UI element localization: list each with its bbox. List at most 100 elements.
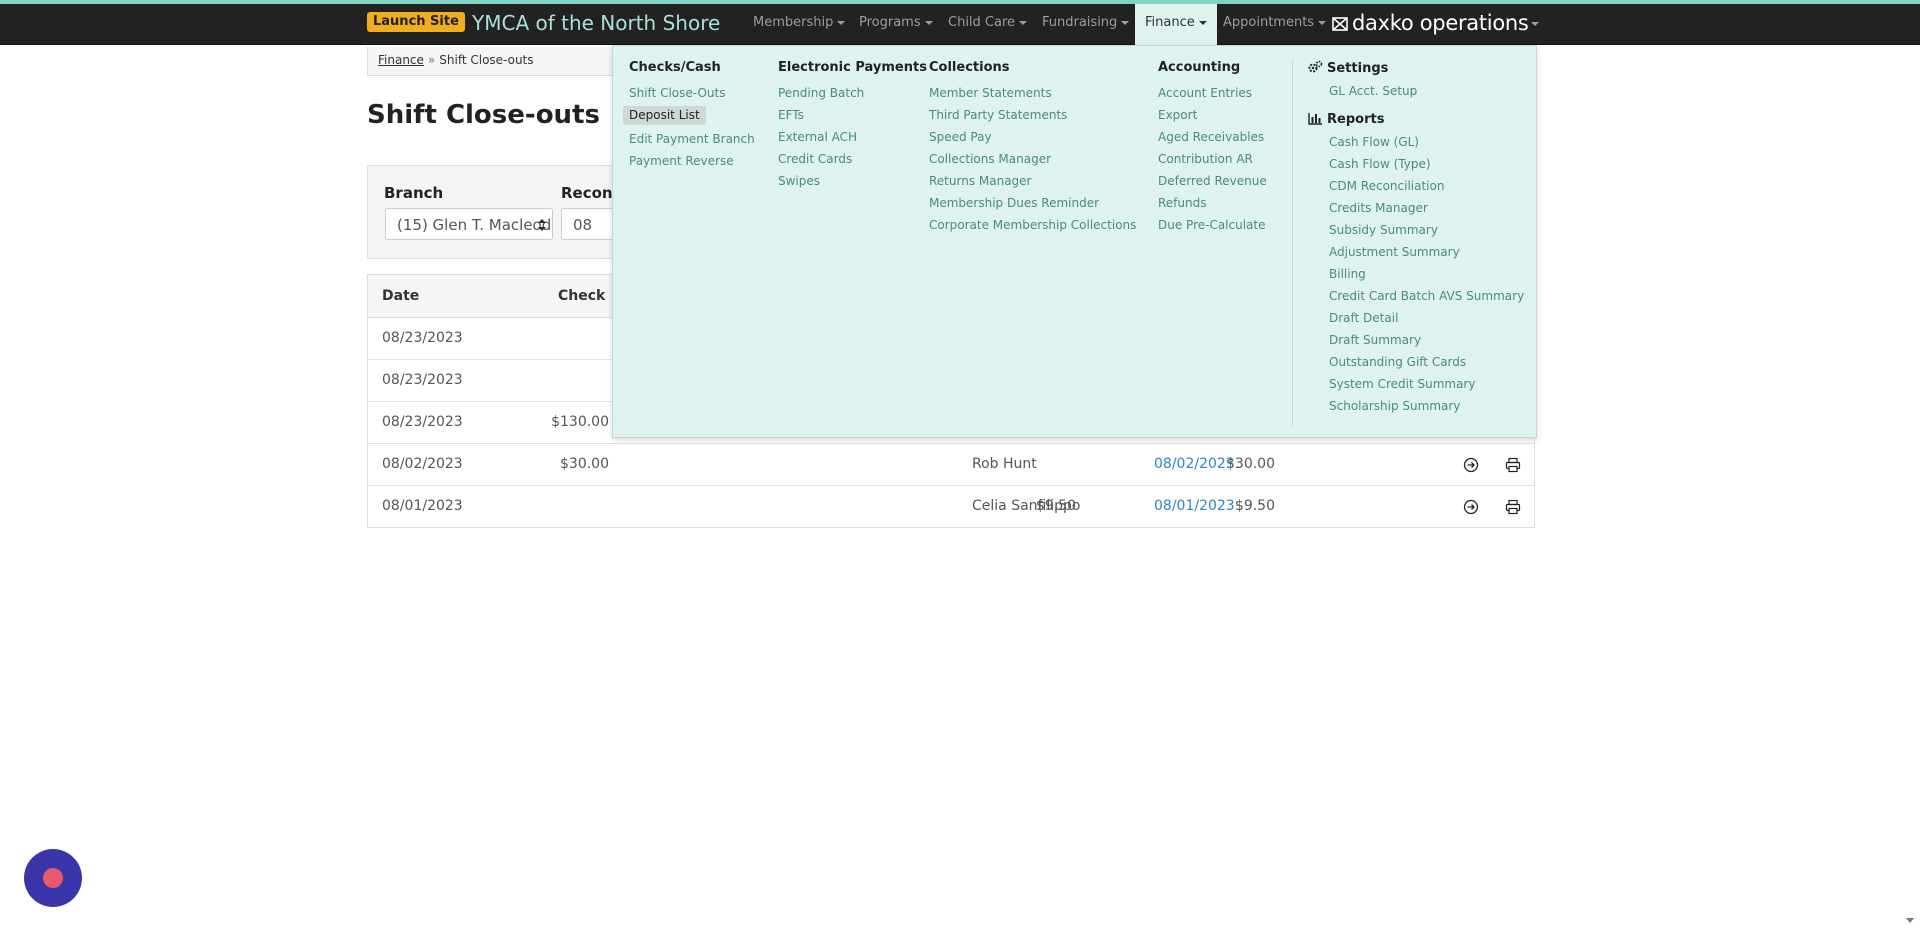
menu-item-deferred-revenue[interactable]: Deferred Revenue	[1158, 170, 1267, 192]
nav-child-care[interactable]: Child Care	[948, 4, 1028, 44]
menu-item-deposit-list[interactable]: Deposit List	[623, 106, 706, 125]
menu-col-electronic-payments: Electronic Payments Pending Batch EFTs E…	[778, 60, 927, 192]
menu-heading-settings-label: Settings	[1327, 61, 1389, 76]
menu-item-credit-cards[interactable]: Credit Cards	[778, 148, 927, 170]
arrow-right-circle-icon[interactable]	[1463, 457, 1479, 473]
branch-select-value: (15) Glen T. Macleod	[397, 216, 552, 234]
branch-label: Branch	[384, 184, 444, 202]
menu-heading-reports-label: Reports	[1327, 112, 1385, 127]
menu-divider	[1292, 60, 1293, 427]
menu-item-draft-summary[interactable]: Draft Summary	[1308, 329, 1524, 351]
row-date-link-text[interactable]: 08/01/2023	[1154, 498, 1235, 514]
select-arrows-icon	[538, 219, 546, 231]
menu-item-export[interactable]: Export	[1158, 104, 1267, 126]
menu-item-aged-receivables[interactable]: Aged Receivables	[1158, 126, 1267, 148]
menu-item-credits-manager[interactable]: Credits Manager	[1308, 197, 1524, 219]
menu-item-due-pre-calculate[interactable]: Due Pre-Calculate	[1158, 214, 1267, 236]
menu-item-efts[interactable]: EFTs	[778, 104, 927, 126]
menu-item-edit-payment-branch[interactable]: Edit Payment Branch	[629, 128, 755, 150]
menu-item-contribution-ar[interactable]: Contribution AR	[1158, 148, 1267, 170]
header-date[interactable]: Date	[382, 275, 419, 317]
finance-dropdown-menu: Checks/Cash Shift Close-Outs Deposit Lis…	[612, 45, 1537, 438]
chat-status-dot	[43, 868, 63, 888]
caret-down-icon	[924, 20, 933, 25]
cogs-icon	[1308, 60, 1323, 73]
menu-item-collections-manager[interactable]: Collections Manager	[929, 148, 1136, 170]
caret-down-icon	[1318, 20, 1327, 25]
menu-heading-accounting: Accounting	[1158, 60, 1241, 75]
menu-item-payment-reverse[interactable]: Payment Reverse	[629, 150, 755, 172]
row-date-link[interactable]: 08/02/2023	[1154, 444, 1235, 485]
scroll-down-arrow-icon[interactable]	[1906, 918, 1914, 923]
menu-item-outstanding-gift-cards[interactable]: Outstanding Gift Cards	[1308, 351, 1524, 373]
menu-col-collections: Collections Member Statements Third Part…	[929, 60, 1136, 236]
menu-item-gl-acct-setup[interactable]: GL Acct. Setup	[1308, 80, 1524, 102]
menu-item-system-credit-summary[interactable]: System Credit Summary	[1308, 373, 1524, 395]
menu-item-speed-pay[interactable]: Speed Pay	[929, 126, 1136, 148]
menu-item-membership-dues-reminder[interactable]: Membership Dues Reminder	[929, 192, 1136, 214]
menu-item-scholarship-summary[interactable]: Scholarship Summary	[1308, 395, 1524, 417]
header-check[interactable]: Check	[558, 275, 605, 317]
row-date: 08/23/2023	[382, 414, 463, 430]
menu-item-third-party-statements[interactable]: Third Party Statements	[929, 104, 1136, 126]
row-date: 08/02/2023	[382, 456, 463, 472]
row-date: 08/01/2023	[382, 498, 463, 514]
bar-chart-icon	[1308, 113, 1322, 125]
menu-item-billing[interactable]: Billing	[1308, 263, 1524, 285]
menu-item-corporate-membership-collections[interactable]: Corporate Membership Collections	[929, 214, 1136, 236]
launch-site-button[interactable]: Launch Site	[367, 12, 465, 32]
nav-membership[interactable]: Membership	[753, 4, 846, 44]
menu-item-member-statements[interactable]: Member Statements	[929, 82, 1136, 104]
caret-down-icon	[837, 20, 846, 25]
menu-item-external-ach[interactable]: External ACH	[778, 126, 927, 148]
nav-appointments-label: Appointments	[1223, 15, 1315, 30]
menu-item-subsidy-summary[interactable]: Subsidy Summary	[1308, 219, 1524, 241]
page-title: Shift Close-outs	[367, 100, 600, 130]
product-menu[interactable]: daxko operations	[1332, 9, 1539, 37]
breadcrumb-finance-link[interactable]: Finance	[378, 53, 424, 67]
menu-item-pending-batch[interactable]: Pending Batch	[778, 82, 927, 104]
menu-heading-reports: Reports	[1308, 112, 1524, 127]
menu-heading-collections: Collections	[929, 60, 1010, 75]
breadcrumb-current: Shift Close-outs	[439, 53, 534, 67]
row-date: 08/23/2023	[382, 330, 463, 346]
menu-item-returns-manager[interactable]: Returns Manager	[929, 170, 1136, 192]
top-navbar: Launch Site YMCA of the North Shore Memb…	[0, 4, 1920, 45]
printer-icon[interactable]	[1505, 457, 1521, 473]
row-date-link-text[interactable]: 08/02/2023	[1154, 456, 1235, 472]
menu-item-credit-card-batch-avs-summary[interactable]: Credit Card Batch AVS Summary	[1308, 285, 1524, 307]
printer-icon[interactable]	[1505, 499, 1521, 515]
nav-child-care-label: Child Care	[948, 15, 1016, 30]
branch-select[interactable]: (15) Glen T. Macleod	[385, 208, 553, 240]
row-user: Celia Sanfilippo	[972, 498, 1081, 514]
menu-heading-electronic-payments: Electronic Payments	[778, 60, 927, 75]
row-date-link[interactable]: 08/01/2023	[1154, 486, 1235, 527]
breadcrumb-separator: »	[427, 53, 436, 67]
nav-fundraising[interactable]: Fundraising	[1042, 4, 1130, 44]
site-brand[interactable]: YMCA of the North Shore	[472, 10, 720, 36]
menu-heading-checks-cash: Checks/Cash	[629, 60, 721, 75]
nav-appointments[interactable]: Appointments	[1223, 4, 1327, 44]
filter-panel: Branch (15) Glen T. Macleod Reconc 08	[367, 165, 628, 259]
row-check: $130.00	[551, 414, 609, 430]
menu-item-shift-close-outs[interactable]: Shift Close-Outs	[629, 82, 755, 104]
menu-item-cdm-reconciliation[interactable]: CDM Reconciliation	[1308, 175, 1524, 197]
menu-item-adjustment-summary[interactable]: Adjustment Summary	[1308, 241, 1524, 263]
menu-item-cash-flow-type[interactable]: Cash Flow (Type)	[1308, 153, 1524, 175]
table-row: 08/01/2023 $9.50 $9.50 Celia Sanfilippo …	[368, 486, 1534, 527]
caret-down-icon	[1198, 20, 1207, 25]
arrow-right-circle-icon[interactable]	[1463, 499, 1479, 515]
nav-programs[interactable]: Programs	[859, 4, 933, 44]
menu-item-refunds[interactable]: Refunds	[1158, 192, 1267, 214]
nav-membership-label: Membership	[753, 15, 834, 30]
reconcile-date-value: 08	[573, 216, 593, 234]
table-row: 08/02/2023 $30.00 $30.00 Rob Hunt 08/02/…	[368, 444, 1534, 486]
menu-item-draft-detail[interactable]: Draft Detail	[1308, 307, 1524, 329]
menu-col-settings-reports: Settings GL Acct. Setup Reports Cash Flo…	[1308, 60, 1524, 417]
menu-item-swipes[interactable]: Swipes	[778, 170, 927, 192]
chat-launcher-button[interactable]	[24, 849, 82, 907]
menu-item-cash-flow-gl[interactable]: Cash Flow (GL)	[1308, 131, 1524, 153]
nav-finance[interactable]: Finance	[1135, 4, 1217, 45]
menu-col-checks-cash: Checks/Cash Shift Close-Outs Deposit Lis…	[623, 60, 755, 172]
menu-item-account-entries[interactable]: Account Entries	[1158, 82, 1267, 104]
